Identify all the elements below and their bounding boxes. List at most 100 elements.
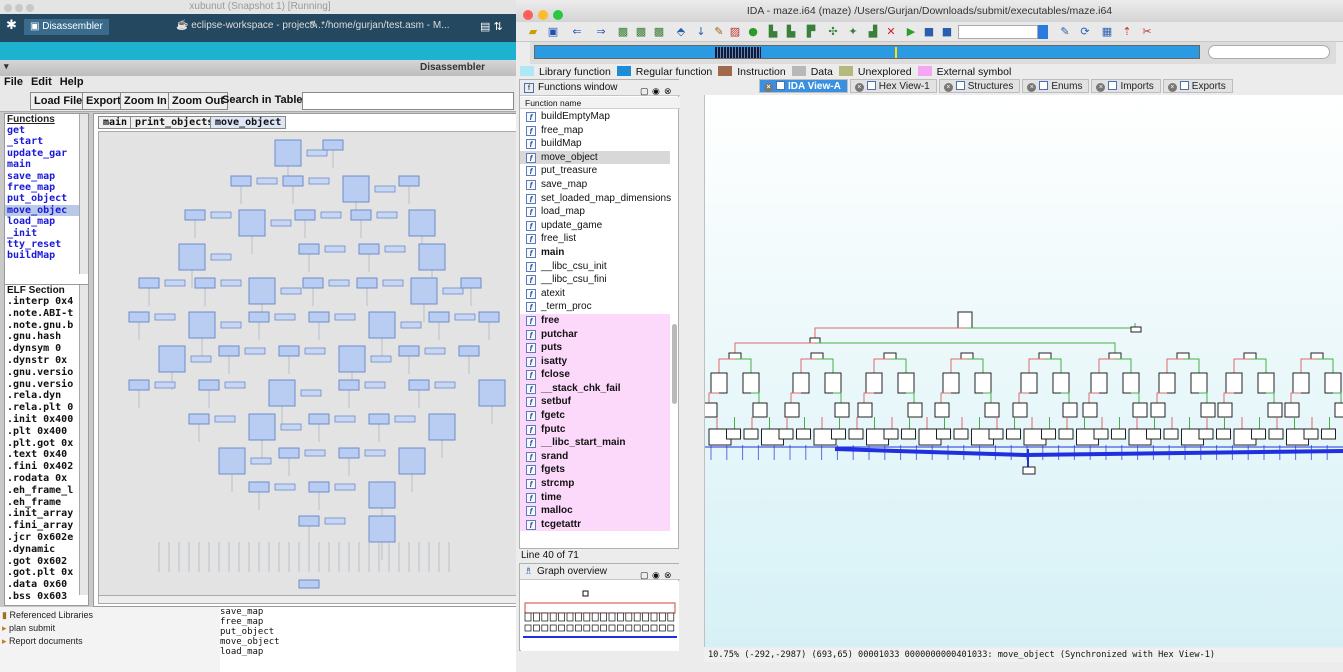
ida-tab[interactable]: × Exports: [1162, 79, 1233, 93]
function-row[interactable]: f srand: [520, 449, 670, 464]
function-row[interactable]: f move_object: [520, 150, 670, 165]
tool6-icon[interactable]: ▦: [1100, 25, 1114, 39]
function-row[interactable]: f atexit: [520, 287, 670, 301]
graph-node[interactable]: [792, 372, 810, 394]
cfg-node[interactable]: [294, 209, 316, 221]
struct1-icon[interactable]: ▙: [766, 25, 780, 39]
elf-section-item[interactable]: .note.gnu.b: [5, 320, 88, 332]
graph-node[interactable]: [1284, 402, 1300, 418]
cfg-node[interactable]: [308, 413, 330, 425]
function-row[interactable]: f put_treasure: [520, 164, 670, 178]
cfg-node[interactable]: [374, 185, 396, 193]
function-row[interactable]: f fgets: [520, 463, 670, 478]
elf-section-item[interactable]: .got.plt 0x: [5, 567, 88, 579]
cfg-node[interactable]: [190, 355, 212, 363]
function-list-item[interactable]: _init: [5, 228, 88, 239]
function-row[interactable]: f free_list: [520, 232, 670, 246]
cfg-node[interactable]: [334, 415, 356, 423]
function-row[interactable]: f __libc_start_main: [520, 436, 670, 450]
cfg-node[interactable]: [214, 415, 236, 423]
function-row[interactable]: f _term_proc: [520, 300, 670, 314]
cfg-node[interactable]: [442, 287, 464, 295]
ida-tab[interactable]: × Enums: [1022, 79, 1090, 93]
close-icon[interactable]: [523, 10, 533, 20]
graph-node[interactable]: [857, 402, 873, 418]
function-row[interactable]: f fclose: [520, 368, 670, 382]
tab-main[interactable]: main: [98, 116, 133, 129]
graph-node[interactable]: [1006, 428, 1021, 440]
cfg-node[interactable]: [308, 481, 330, 493]
graph-node[interactable]: [960, 352, 974, 360]
elf-section-item[interactable]: .rodata 0x: [5, 473, 88, 485]
graph-node[interactable]: [1303, 428, 1319, 440]
cfg-node[interactable]: [398, 175, 420, 187]
cfg-node[interactable]: [218, 345, 240, 357]
nav1-icon[interactable]: ▩: [616, 25, 630, 39]
graph-node[interactable]: [1020, 372, 1038, 394]
cfg-node[interactable]: [244, 347, 266, 355]
graph-node[interactable]: [1058, 428, 1074, 440]
cfg-node[interactable]: [458, 345, 480, 357]
graph-node[interactable]: [1267, 402, 1283, 418]
cfg-node[interactable]: [248, 311, 270, 323]
cfg-node[interactable]: [300, 389, 322, 397]
graph-node[interactable]: [1217, 402, 1233, 418]
ida-tab[interactable]: × Structures: [938, 79, 1021, 93]
graph-node[interactable]: [778, 428, 794, 440]
cfg-node[interactable]: [394, 415, 416, 423]
cfg-node[interactable]: [248, 277, 276, 305]
cfg-node[interactable]: [230, 175, 252, 187]
elf-section-item[interactable]: .rela.plt 0: [5, 402, 88, 414]
ida-tab[interactable]: × Imports: [1091, 79, 1161, 93]
cfg-node[interactable]: [460, 277, 482, 289]
cfg-node[interactable]: [376, 211, 398, 219]
taskbar-disassembler[interactable]: ▣ Disassembler: [24, 19, 109, 35]
cfg-node[interactable]: [322, 139, 344, 151]
tab-move-object[interactable]: move_object: [210, 116, 287, 129]
elf-section-item[interactable]: .bss 0x603: [5, 591, 88, 603]
graph-node[interactable]: [726, 428, 741, 440]
graph-node[interactable]: [934, 402, 950, 418]
cfg-node[interactable]: [342, 175, 370, 203]
cfg-node[interactable]: [338, 447, 360, 459]
function-row[interactable]: f __libc_csu_init: [520, 260, 670, 274]
taskbar-editor[interactable]: ✎ */home/gurjan/test.asm - M...: [310, 20, 450, 31]
function-list-item[interactable]: get: [5, 125, 88, 136]
tray-icons[interactable]: ▤ ⇅: [480, 20, 503, 33]
graph-node[interactable]: [942, 372, 960, 394]
cfg-node[interactable]: [154, 381, 176, 389]
menu-edit[interactable]: Edit: [31, 76, 52, 88]
cfg-node[interactable]: [428, 413, 456, 441]
close-icon[interactable]: ×: [854, 83, 864, 92]
elf-section-item[interactable]: .fini 0x402: [5, 461, 88, 473]
function-list-item[interactable]: load_map: [5, 216, 88, 227]
cfg-node[interactable]: [398, 345, 420, 357]
elf-scrollbar[interactable]: [79, 285, 88, 595]
graph-node[interactable]: [1158, 372, 1176, 394]
graph-node[interactable]: [1243, 352, 1257, 360]
cfg-node[interactable]: [220, 279, 242, 287]
play-icon[interactable]: ▶: [904, 25, 918, 39]
cfg-node[interactable]: [188, 311, 216, 339]
export-button[interactable]: Export: [82, 92, 125, 110]
elf-section-item[interactable]: .gnu.hash: [5, 331, 88, 343]
function-list-item[interactable]: put_object: [5, 193, 88, 204]
cfg-node[interactable]: [220, 321, 242, 329]
cfg-node[interactable]: [334, 483, 356, 491]
cfg-node[interactable]: [334, 313, 356, 321]
graph-node[interactable]: [796, 428, 811, 440]
menu-icon[interactable]: ✱: [6, 17, 17, 33]
elf-section-item[interactable]: .interp 0x4: [5, 296, 88, 308]
save-icon[interactable]: ▣: [546, 25, 560, 39]
zoom-out-button[interactable]: Zoom Out: [168, 92, 228, 110]
function-row[interactable]: f set_loaded_map_dimensions: [520, 192, 671, 206]
cfg-node[interactable]: [400, 321, 422, 329]
cfg-node[interactable]: [178, 243, 206, 271]
elf-section-item[interactable]: .dynstr 0x: [5, 355, 88, 367]
graph-node[interactable]: [1062, 402, 1078, 418]
tool8-icon[interactable]: ✂: [1140, 25, 1154, 39]
ida-tab[interactable]: × IDA View-A: [759, 79, 848, 93]
function-row[interactable]: f __stack_chk_fail: [520, 381, 670, 396]
project-item[interactable]: ▮ Referenced Libraries: [2, 609, 212, 622]
function-row[interactable]: f buildEmptyMap: [520, 110, 670, 124]
